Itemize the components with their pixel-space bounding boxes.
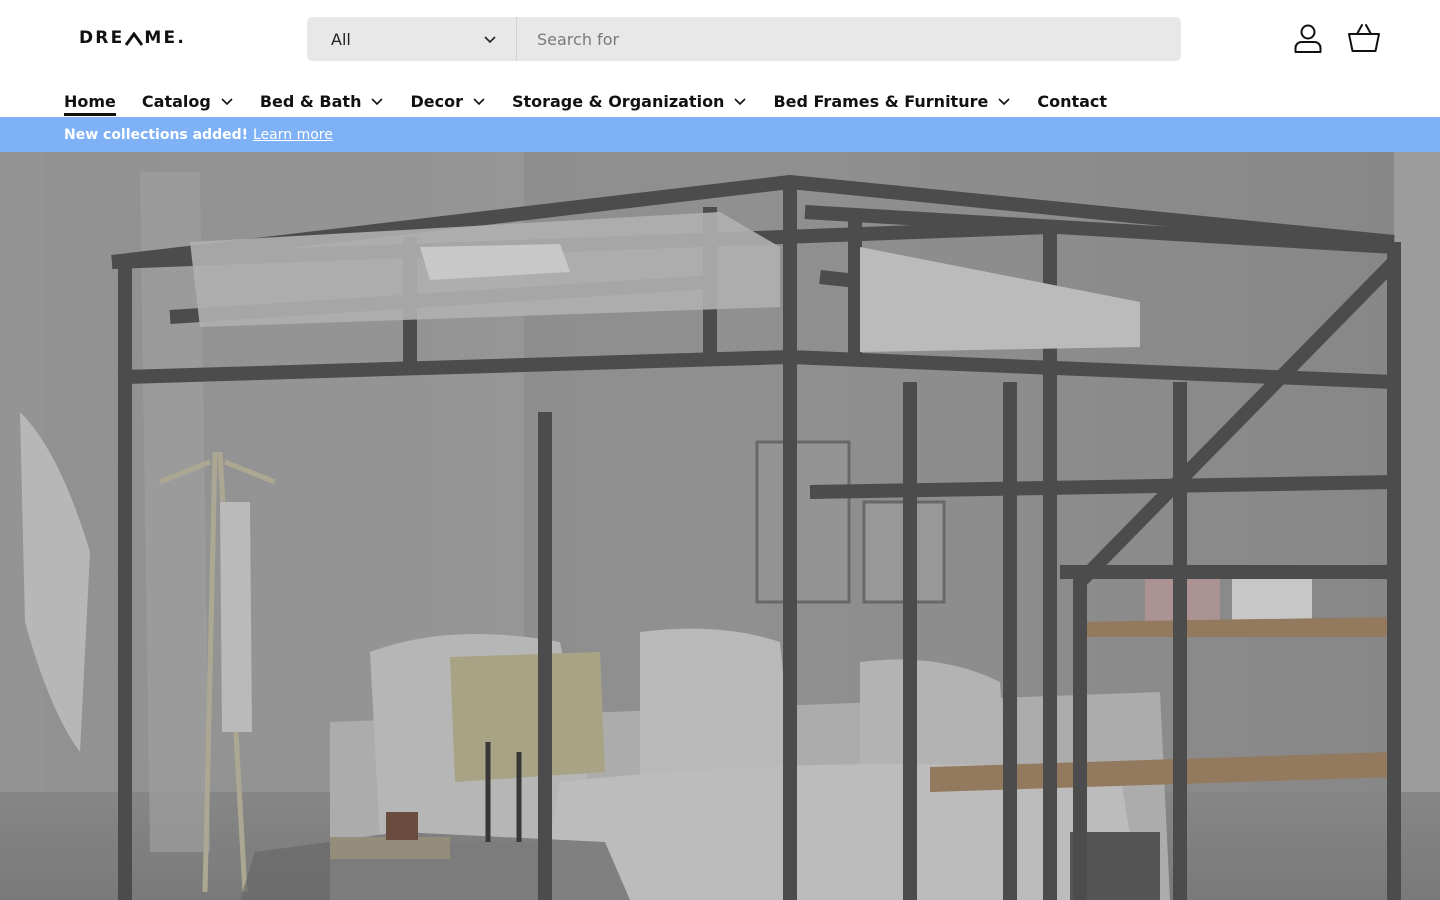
chevron-down-icon bbox=[484, 36, 496, 44]
search-category-value: All bbox=[331, 29, 351, 49]
nav-item-label: Catalog bbox=[141, 91, 211, 111]
nav-item-label: Bed & Bath bbox=[259, 91, 362, 111]
chevron-down-icon bbox=[371, 98, 384, 106]
logo-text-right: ME. bbox=[144, 28, 187, 48]
hero-image bbox=[0, 152, 1440, 900]
site-header: DRE ME. All bbox=[0, 0, 1440, 78]
nav-item-bed-frames-furniture[interactable]: Bed Frames & Furniture bbox=[773, 78, 1011, 116]
chevron-down-icon bbox=[998, 98, 1010, 106]
nav-item-storage-organization[interactable]: Storage & Organization bbox=[512, 78, 748, 116]
nav-item-label: Contact bbox=[1037, 91, 1108, 111]
announcement-learn-more-link[interactable]: Learn more bbox=[253, 127, 333, 143]
announcement-bar: New collections added! Learn more bbox=[0, 117, 1440, 152]
nav-item-bed-bath[interactable]: Bed & Bath bbox=[260, 78, 385, 116]
announcement-message: New collections added! bbox=[64, 126, 249, 143]
nav-item-label: Decor bbox=[410, 91, 463, 111]
nav-item-decor[interactable]: Decor bbox=[410, 78, 486, 116]
chevron-down-icon bbox=[473, 98, 485, 106]
hero-banner[interactable] bbox=[0, 152, 1440, 900]
logo-mark-icon bbox=[125, 31, 144, 46]
basket-icon[interactable] bbox=[1346, 20, 1382, 56]
nav-item-label: Storage & Organization bbox=[511, 91, 725, 111]
search-input[interactable] bbox=[517, 17, 1181, 61]
nav-item-catalog[interactable]: Catalog bbox=[142, 78, 234, 116]
nav-item-home[interactable]: Home bbox=[64, 78, 116, 116]
search-category-select[interactable]: All bbox=[307, 17, 517, 61]
brand-logo[interactable]: DRE ME. bbox=[79, 28, 186, 48]
nav-item-label: Home bbox=[64, 91, 116, 111]
search-bar: All bbox=[307, 17, 1181, 61]
chevron-down-icon bbox=[221, 98, 233, 106]
main-navigation: Home Catalog Bed & Bath Decor Storage & … bbox=[64, 78, 1133, 117]
logo-text-left: DRE bbox=[79, 28, 125, 48]
nav-item-label: Bed Frames & Furniture bbox=[773, 91, 989, 111]
nav-item-contact[interactable]: Contact bbox=[1037, 78, 1107, 116]
account-icon[interactable] bbox=[1290, 20, 1326, 56]
chevron-down-icon bbox=[734, 98, 747, 106]
